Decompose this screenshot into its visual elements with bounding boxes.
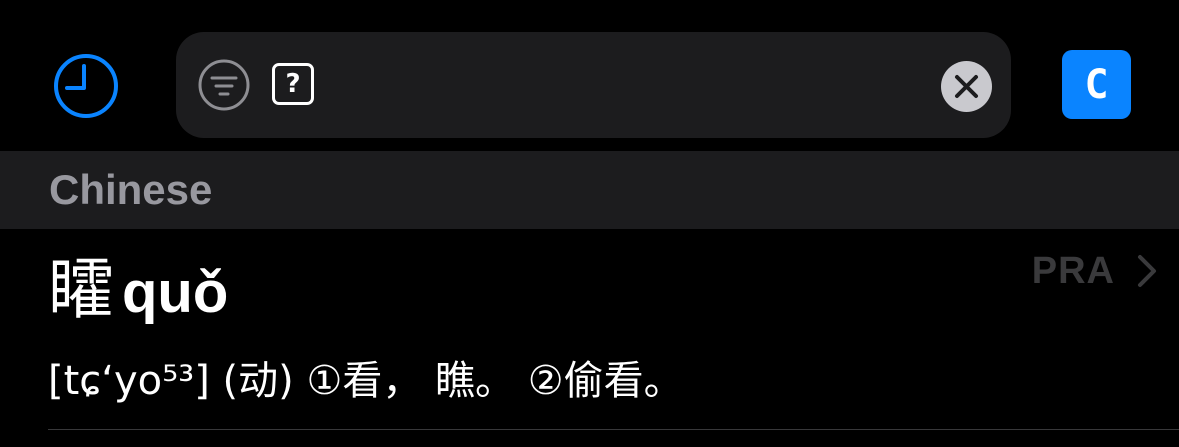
search-field[interactable]: ? — [176, 32, 1011, 138]
entry-source-label: PRA — [1031, 249, 1115, 292]
clear-icon — [955, 75, 978, 98]
clock-icon — [54, 54, 118, 118]
section-title: Chinese — [49, 166, 213, 213]
entry-definition: [tɕ‘yo⁵³] (动) ①看， 瞧。 ②偷看。 — [48, 358, 684, 404]
list-item[interactable]: 矐 quǒ PRA [tɕ‘yo⁵³] (动) ①看， 瞧。 ②偷看。 — [0, 229, 1179, 429]
entry-source: PRA — [1032, 249, 1157, 293]
clear-button[interactable] — [941, 61, 992, 112]
section-header: Chinese — [0, 151, 1179, 229]
entry-headword-line: 矐 quǒ — [48, 251, 229, 328]
entry-headword: 矐 — [48, 251, 114, 328]
chevron-right-icon — [1138, 255, 1156, 287]
filter-icon[interactable] — [198, 59, 250, 111]
search-query[interactable]: ? — [272, 63, 314, 105]
list-divider — [48, 429, 1179, 430]
language-button[interactable]: C — [1062, 50, 1131, 119]
entry-pinyin: quǒ — [122, 260, 229, 325]
history-button[interactable] — [53, 53, 119, 119]
top-toolbar: ? C — [0, 0, 1179, 151]
